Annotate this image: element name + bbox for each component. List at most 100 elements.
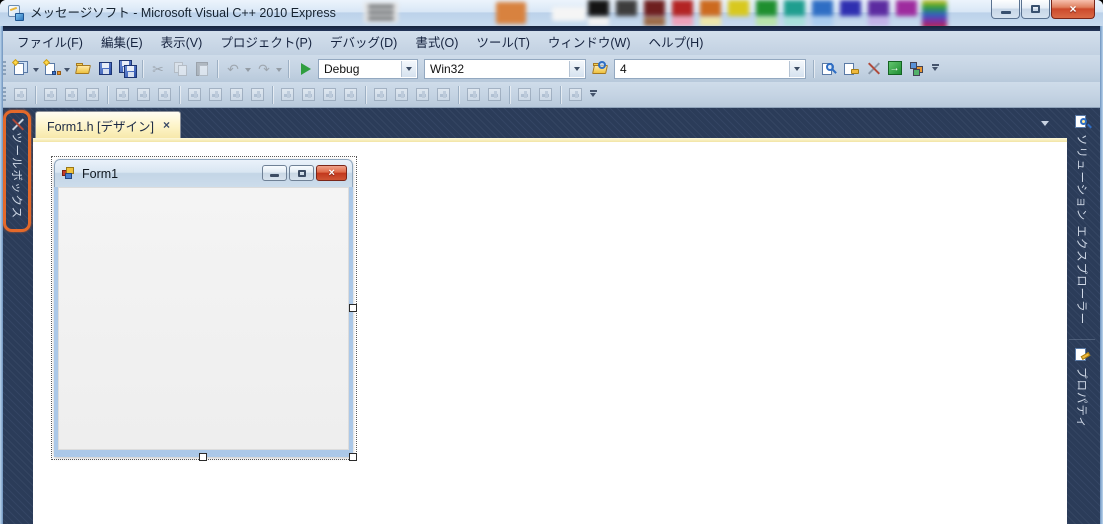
- menu-project[interactable]: プロジェクト(P): [211, 31, 321, 55]
- extension-manager-button[interactable]: →: [884, 58, 906, 80]
- form-client-area[interactable]: [54, 187, 353, 457]
- send-to-back-icon[interactable]: [535, 85, 556, 105]
- document-list-dropdown-icon[interactable]: [1041, 121, 1049, 130]
- form-title-bar[interactable]: Form1 ×: [54, 159, 353, 187]
- properties-tab[interactable]: プロパティ: [1074, 344, 1091, 439]
- tab-form1-design[interactable]: Form1.h [デザイン] ×: [35, 111, 181, 138]
- same-size-icon[interactable]: [226, 85, 247, 105]
- solution-configurations-combo[interactable]: Debug: [318, 58, 418, 79]
- app-icon: [7, 4, 24, 21]
- maximize-button[interactable]: [1021, 0, 1050, 19]
- form-minimize-button[interactable]: [262, 165, 287, 181]
- menu-view[interactable]: 表示(V): [152, 31, 212, 55]
- vert-spacing-equal-icon[interactable]: [370, 85, 391, 105]
- vert-spacing-remove-icon[interactable]: [433, 85, 454, 105]
- center-vertically-icon[interactable]: [484, 85, 505, 105]
- other-windows-button[interactable]: [906, 58, 928, 80]
- align-bottoms-icon[interactable]: [154, 85, 175, 105]
- menu-file[interactable]: ファイル(F): [8, 31, 92, 55]
- resize-handle-bottom[interactable]: [199, 453, 207, 461]
- open-file-button[interactable]: [72, 58, 94, 80]
- window-title: メッセージソフト - Microsoft Visual C++ 2010 Exp…: [30, 6, 336, 20]
- horiz-spacing-remove-icon[interactable]: [340, 85, 361, 105]
- redo-button[interactable]: ↷: [253, 58, 275, 80]
- designed-form[interactable]: Form1 ×: [54, 159, 353, 457]
- align-lefts-icon[interactable]: [40, 85, 61, 105]
- add-item-button[interactable]: [41, 58, 63, 80]
- horiz-spacing-decrease-icon[interactable]: [319, 85, 340, 105]
- open-folder-icon: [74, 60, 92, 77]
- find-combo[interactable]: 4: [614, 58, 806, 79]
- save-all-button[interactable]: [116, 58, 138, 80]
- chevron-down-icon[interactable]: [401, 60, 416, 77]
- close-button[interactable]: ×: [1051, 0, 1095, 19]
- toolbar-overflow-button[interactable]: [930, 63, 940, 74]
- start-debugging-button[interactable]: [293, 58, 315, 80]
- bring-to-front-icon[interactable]: [514, 85, 535, 105]
- toolbar-grip[interactable]: [3, 60, 6, 77]
- copy-button[interactable]: [169, 58, 191, 80]
- find-in-files-button[interactable]: [589, 58, 611, 80]
- minimize-button[interactable]: [991, 0, 1020, 19]
- designer-surface[interactable]: Form1 ×: [33, 142, 1067, 524]
- horiz-spacing-equal-icon[interactable]: [277, 85, 298, 105]
- menu-format[interactable]: 書式(O): [406, 31, 467, 55]
- resize-handle-bottom-right[interactable]: [349, 453, 357, 461]
- tab-close-icon[interactable]: ×: [163, 119, 170, 131]
- combo-value: 4: [620, 61, 627, 76]
- tab-order-icon[interactable]: [565, 85, 586, 105]
- undo-button[interactable]: ↶: [222, 58, 244, 80]
- align-rights-icon[interactable]: [82, 85, 103, 105]
- cut-button[interactable]: ✂: [147, 58, 169, 80]
- form-maximize-button[interactable]: [289, 165, 314, 181]
- undo-dropdown-caret-icon[interactable]: [245, 67, 251, 75]
- horiz-spacing-increase-icon[interactable]: [298, 85, 319, 105]
- separator: [365, 85, 366, 104]
- properties-window-button[interactable]: [840, 58, 862, 80]
- menu-tools[interactable]: ツール(T): [467, 31, 538, 55]
- chevron-down-icon[interactable]: [569, 60, 584, 77]
- copy-icon: [172, 60, 189, 77]
- solution-explorer-tab-label: ソリューション エクスプローラー: [1075, 134, 1087, 326]
- tab-label: Form1.h [デザイン]: [47, 119, 154, 134]
- caption-buttons: ×: [991, 0, 1095, 19]
- green-arrow-box-icon: →: [887, 61, 902, 75]
- snap-to-grid-icon[interactable]: [10, 85, 31, 105]
- winforms-icon: [62, 166, 76, 181]
- toolbox-tab-highlighted[interactable]: ツールボックス: [3, 110, 31, 232]
- add-item-dropdown-caret-icon[interactable]: [64, 67, 70, 75]
- redo-dropdown-caret-icon[interactable]: [276, 67, 282, 75]
- vert-spacing-increase-icon[interactable]: [391, 85, 412, 105]
- save-button[interactable]: [94, 58, 116, 80]
- align-centers-icon[interactable]: [61, 85, 82, 105]
- combo-value: Win32: [430, 61, 465, 76]
- same-height-icon[interactable]: [247, 85, 268, 105]
- solution-explorer-tab[interactable]: ソリューション エクスプローラー: [1074, 111, 1092, 335]
- right-dock-strip: ソリューション エクスプローラー プロパティ: [1064, 108, 1100, 524]
- same-width-icon[interactable]: [184, 85, 205, 105]
- menu-help[interactable]: ヘルプ(H): [640, 31, 713, 55]
- toolbar-overflow-button[interactable]: [588, 89, 598, 100]
- size-to-grid-icon[interactable]: [205, 85, 226, 105]
- chevron-down-icon[interactable]: [789, 60, 804, 77]
- blurred-color-swatch: [588, 0, 609, 16]
- align-tops-icon[interactable]: [112, 85, 133, 105]
- divider: [1069, 339, 1095, 341]
- new-project-button[interactable]: [10, 58, 32, 80]
- toolbox-button[interactable]: [862, 58, 884, 80]
- menu-window[interactable]: ウィンドウ(W): [539, 31, 640, 55]
- left-dock-strip: ツールボックス: [3, 108, 33, 524]
- align-middles-icon[interactable]: [133, 85, 154, 105]
- paste-button[interactable]: [191, 58, 213, 80]
- menu-edit[interactable]: 編集(E): [92, 31, 152, 55]
- form-close-button[interactable]: ×: [316, 165, 347, 181]
- separator: [509, 85, 510, 104]
- solution-platforms-combo[interactable]: Win32: [424, 58, 586, 79]
- vert-spacing-decrease-icon[interactable]: [412, 85, 433, 105]
- resize-handle-right[interactable]: [349, 304, 357, 312]
- solution-explorer-button[interactable]: [818, 58, 840, 80]
- toolbar-grip[interactable]: [3, 86, 6, 103]
- menu-debug[interactable]: デバッグ(D): [321, 31, 406, 55]
- center-horizontally-icon[interactable]: [463, 85, 484, 105]
- new-project-dropdown-caret-icon[interactable]: [33, 67, 39, 75]
